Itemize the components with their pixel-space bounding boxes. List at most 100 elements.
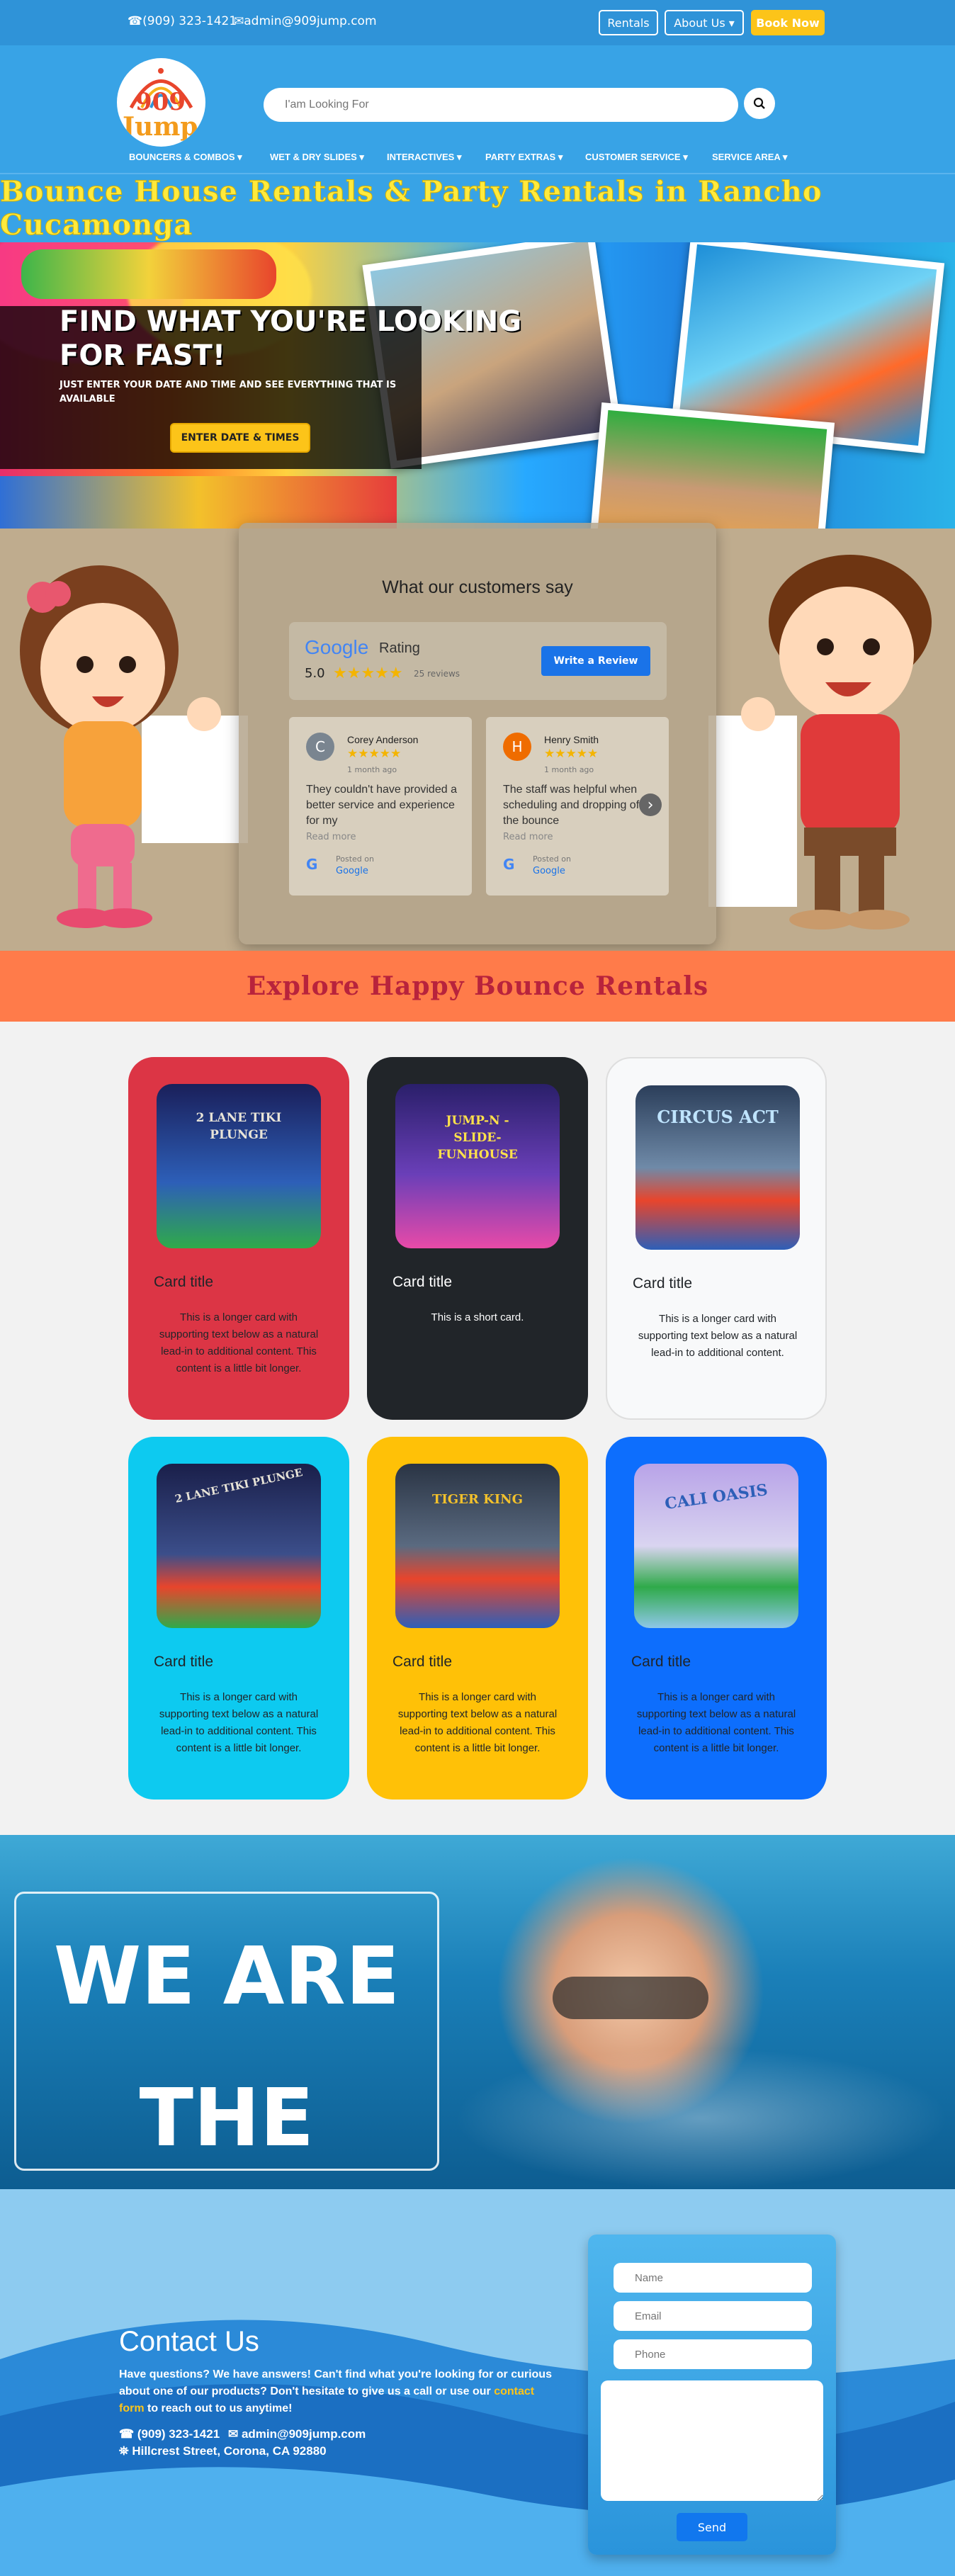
contact-text: Have questions? We have answers! Can't f… [119,2368,552,2397]
top-bar: ☎(909) 323-1421 ✉admin@909jump.com Renta… [0,0,955,45]
contact-text-end: to reach out to us anytime! [144,2402,293,2414]
google-rating-box: Google Rating 5.0 ★★★★★ 25 reviews Write… [289,622,667,700]
google-g-icon: G [306,856,318,873]
rental-image: CIRCUS ACT [635,1085,800,1250]
nav-interactives[interactable]: INTERACTIVES ▾ [387,152,461,163]
page-title: Bounce House Rentals & Party Rentals in … [0,175,823,242]
rating-label: Rating [379,640,420,656]
read-more-link[interactable]: Read more [306,832,356,842]
swim-goggles [553,1977,708,2019]
rating-score: 5.0 [305,666,325,681]
contact-email[interactable]: ✉ admin@909jump.com [228,2427,366,2441]
rental-image-label: 2 LANE TIKI PLUNGE [174,1466,304,1506]
review-source: Google [533,866,565,876]
card-text: This is a longer card with supporting te… [159,1691,319,1754]
rental-image: 2 LANE TIKI PLUNGE [157,1464,321,1628]
card-title: Card title [633,1275,693,1292]
book-now-button[interactable]: Book Now [751,10,825,35]
banner-title-bar: Bounce House Rentals & Party Rentals in … [0,173,955,242]
hero-heading-line2: FOR FAST! [60,339,226,372]
rental-card[interactable]: 2 LANE TIKI PLUNGE Card title This is a … [128,1057,349,1420]
nav-party-extras[interactable]: PARTY EXTRAS ▾ [485,152,563,163]
avatar: H [503,733,531,761]
site-logo[interactable]: 909 Jump [117,58,205,147]
review-card: C Corey Anderson ★★★★★ 1 month ago They … [289,717,472,896]
enter-date-times-button[interactable]: ENTER DATE & TIMES [170,423,310,453]
read-more-link[interactable]: Read more [503,832,553,842]
water-splash [453,2047,949,2189]
girl-cartoon-illustration [20,565,221,928]
nav-wet-dry-slides[interactable]: WET & DRY SLIDES ▾ [270,152,364,163]
phone-field[interactable] [614,2339,812,2369]
rental-image: CALI OASIS [634,1464,798,1628]
google-logo: Google [305,636,369,658]
bounce-house-roof-image [21,249,276,299]
contact-description: Have questions? We have answers! Can't f… [119,2366,562,2417]
card-title: Card title [392,1274,453,1290]
hero-heading: FIND WHAT YOU'RE LOOKING FOR FAST! [60,305,521,373]
email-link[interactable]: ✉admin@909jump.com [234,14,377,28]
explore-title-bar: Explore Happy Bounce Rentals [0,951,955,1022]
nav-bouncers-combos[interactable]: BOUNCERS & COMBOS ▾ [129,152,242,163]
about-us-dropdown[interactable]: About Us ▾ [665,10,744,35]
rental-image: TIGER KING [395,1464,560,1628]
rental-image: 2 LANE TIKI PLUNGE [157,1084,321,1248]
search-input[interactable] [264,88,738,122]
review-time: 1 month ago [544,765,594,774]
reviewer-name: Corey Anderson [347,734,419,745]
review-time: 1 month ago [347,765,397,774]
hero-heading-line1: FIND WHAT YOU'RE LOOKING [60,305,522,338]
write-review-button[interactable]: Write a Review [541,646,650,676]
card-text: This is a longer card with supporting te… [397,1691,558,1754]
rental-card[interactable]: JUMP-N -SLIDE- FUNHOUSE Card title This … [367,1057,588,1420]
phone-link[interactable]: ☎(909) 323-1421 [128,14,237,28]
rentals-button[interactable]: Rentals [599,10,658,35]
review-stars: ★★★★★ [347,747,402,761]
rental-image: JUMP-N -SLIDE- FUNHOUSE [395,1084,560,1248]
hero-subtext: JUST ENTER YOUR DATE AND TIME AND SEE EV… [60,380,397,405]
card-text: This is a longer card with supporting te… [638,1313,798,1359]
review-source: Google [336,866,368,876]
rating-stars: ★★★★★ [333,665,403,682]
posted-on-label: Posted on [533,854,571,864]
card-title: Card title [154,1654,214,1670]
google-g-icon: G [503,856,515,873]
best-heading: WE ARE THE BEST [14,1906,439,2189]
email-field[interactable] [614,2301,812,2331]
search-icon [753,97,765,109]
rental-card[interactable]: CALI OASIS Card title This is a longer c… [606,1437,827,1800]
name-field[interactable] [614,2263,812,2293]
rental-card[interactable]: TIGER KING Card title This is a longer c… [367,1437,588,1800]
girls-photo [589,402,835,529]
rental-image-label: 2 LANE TIKI PLUNGE [196,1111,282,1142]
card-text: This is a longer card with supporting te… [636,1691,796,1754]
rental-image-label: TIGER KING [431,1492,524,1507]
message-field[interactable] [601,2380,823,2501]
rental-card[interactable]: CIRCUS ACT Card title This is a longer c… [606,1057,827,1420]
bounce-house-image [0,476,397,529]
rental-card[interactable]: 2 LANE TIKI PLUNGE Card title This is a … [128,1437,349,1800]
boy-cartoon-illustration [741,555,932,930]
explore-title: Explore Happy Bounce Rentals [246,971,709,1001]
send-button[interactable]: Send [677,2513,747,2541]
rental-image-label: JUMP-N -SLIDE- FUNHOUSE [437,1114,518,1162]
review-text: They couldn't have provided a better ser… [306,784,457,827]
best-line2: THE BEST [139,2072,315,2164]
testimonials-title: What our customers say [382,577,573,597]
contact-phone[interactable]: ☎ (909) 323-1421 [119,2427,220,2441]
review-count: 25 reviews [414,669,460,679]
nav-service-area[interactable]: SERVICE AREA ▾ [712,152,787,163]
best-line1: WE ARE [53,1931,400,2023]
contact-title: Contact Us [119,2326,259,2357]
search-button[interactable] [744,88,775,119]
card-text: This is a longer card with supporting te… [159,1311,319,1374]
logo-text-jump: Jump [123,112,198,142]
reviewer-name: Henry Smith [544,734,599,745]
rental-image-label: CIRCUS ACT [657,1107,779,1127]
posted-on-label: Posted on [336,854,374,864]
card-title: Card title [154,1274,214,1290]
contact-address: ⛯ Hillcrest Street, Corona, CA 92880 [119,2444,327,2458]
nav-customer-service[interactable]: CUSTOMER SERVICE ▾ [585,152,688,163]
next-review-button[interactable]: › [639,793,662,816]
we-are-the-best-section: WE ARE THE BEST [0,1835,955,2189]
